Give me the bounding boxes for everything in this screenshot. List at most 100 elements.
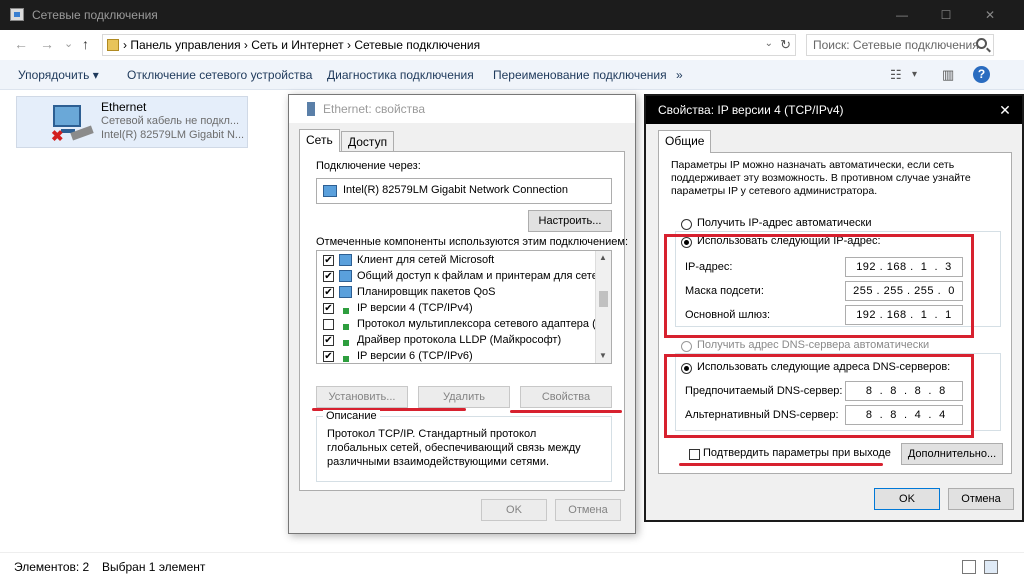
component-checkbox[interactable]: ✔ (323, 303, 334, 314)
rename-button[interactable]: Переименование подключения (493, 68, 667, 82)
dns-highlight-box (664, 354, 974, 438)
component-checkbox[interactable]: ✔ (323, 335, 334, 346)
network-adapter-icon (307, 102, 315, 116)
list-scrollbar[interactable]: ▲ ▼ (595, 251, 611, 363)
close-button[interactable]: ✕ (988, 96, 1022, 124)
help-icon[interactable]: ? (973, 66, 990, 83)
cable-icon (70, 125, 94, 141)
component-label: Общий доступ к файлам и принтерам для се… (357, 270, 612, 282)
dialog-titlebar: Свойства: IP версии 4 (TCP/IPv4) ✕ (646, 96, 1022, 124)
qos-icon (339, 286, 352, 298)
dialog-titlebar: Ethernet: свойства (289, 95, 635, 123)
window-titlebar: Сетевые подключения — ☐ ✕ (0, 0, 1024, 30)
network-card-icon (323, 185, 337, 197)
disable-device-button[interactable]: Отключение сетевого устройства (127, 68, 312, 82)
dialog-title: Ethernet: свойства (323, 102, 426, 116)
properties-button[interactable]: Свойства (520, 386, 612, 408)
item-count: Элементов: 2 (14, 560, 90, 574)
component-checkbox[interactable] (323, 319, 334, 330)
cancel-button[interactable]: Отмена (555, 499, 621, 521)
adapter-field: Intel(R) 82579LM Gigabit Network Connect… (316, 178, 612, 204)
disconnected-x-icon: ✖ (51, 128, 64, 145)
component-checkbox[interactable]: ✔ (323, 287, 334, 298)
components-label: Отмеченные компоненты используются этим … (316, 236, 629, 248)
validate-label[interactable]: Подтвердить параметры при выходе (703, 447, 891, 459)
adapter-device: Intel(R) 82579LM Gigabit N... (101, 129, 245, 141)
organize-button[interactable]: Упорядочить ▾ (18, 68, 99, 82)
computer-icon (53, 105, 81, 133)
scroll-thumb[interactable] (599, 291, 608, 307)
view-options-icon[interactable]: ☷ (890, 67, 902, 83)
ok-button[interactable]: OK (874, 488, 940, 510)
description-title: Описание (323, 410, 380, 422)
search-icon[interactable] (976, 38, 987, 49)
intro-text: Параметры IP можно назначать автоматичес… (671, 159, 971, 197)
forward-button[interactable]: → (40, 36, 54, 52)
auto-dns-radio[interactable] (681, 341, 692, 352)
component-checkbox[interactable]: ✔ (323, 255, 334, 266)
highlight-underline (679, 463, 883, 466)
details-view-icon[interactable] (962, 560, 976, 574)
tab-general[interactable]: Общие (658, 130, 712, 153)
network-client-icon (339, 254, 352, 266)
refresh-icon[interactable]: ↻ (780, 37, 791, 53)
tab-sharing[interactable]: Доступ (341, 131, 395, 152)
control-panel-icon (107, 39, 119, 51)
ipv4-properties-dialog: Свойства: IP версии 4 (TCP/IPv4) ✕ Общие… (644, 94, 1024, 522)
component-label: IP версии 6 (TCP/IPv6) (357, 350, 473, 362)
scroll-down-icon[interactable]: ▼ (599, 351, 607, 360)
search-input[interactable]: Поиск: Сетевые подключения (806, 34, 994, 56)
protocol-icon (339, 350, 352, 362)
scroll-up-icon[interactable]: ▲ (599, 253, 607, 262)
advanced-button[interactable]: Дополнительно... (901, 443, 1003, 465)
maximize-button[interactable]: ☐ (924, 0, 968, 30)
ethernet-properties-dialog: Ethernet: свойства Сеть Доступ Подключен… (288, 94, 636, 534)
ok-button[interactable]: OK (481, 499, 547, 521)
more-commands-button[interactable]: » (676, 68, 683, 82)
tab-network[interactable]: Сеть (299, 129, 340, 152)
diagnose-button[interactable]: Диагностика подключения (327, 68, 474, 82)
component-label: Планировщик пакетов QoS (357, 286, 496, 298)
ip-highlight-box (664, 234, 974, 338)
auto-ip-label[interactable]: Получить IP-адрес автоматически (697, 217, 871, 229)
status-bar: Элементов: 2 Выбран 1 элемент (0, 552, 1024, 580)
recent-locations-button[interactable]: ⌄ (64, 37, 73, 50)
install-button[interactable]: Установить... (316, 386, 408, 408)
close-button[interactable]: ✕ (968, 0, 1012, 30)
protocol-icon (339, 318, 352, 330)
connect-using-label: Подключение через: (316, 160, 421, 172)
auto-dns-label[interactable]: Получить адрес DNS-сервера автоматически (697, 339, 929, 351)
protocol-icon (339, 334, 352, 346)
component-label: Клиент для сетей Microsoft (357, 254, 495, 266)
components-list[interactable]: ✔ Клиент для сетей Microsoft ✔ Общий дос… (316, 250, 612, 364)
component-label: Протокол мультиплексора сетевого адаптер… (357, 318, 612, 330)
adapter-name: Ethernet (101, 100, 147, 114)
configure-button[interactable]: Настроить... (528, 210, 612, 232)
network-folder-icon (10, 8, 24, 21)
back-button[interactable]: ← (14, 36, 28, 52)
address-field[interactable]: › Панель управления › Сеть и Интернет › … (102, 34, 796, 56)
adapter-status: Сетевой кабель не подкл... (101, 115, 240, 127)
protocol-icon (339, 302, 352, 314)
uninstall-button[interactable]: Удалить (418, 386, 510, 408)
file-sharing-icon (339, 270, 352, 282)
up-button[interactable]: ↑ (82, 36, 89, 52)
large-icons-view-icon[interactable] (984, 560, 998, 574)
breadcrumb[interactable]: › Панель управления › Сеть и Интернет › … (123, 38, 480, 52)
cancel-button[interactable]: Отмена (948, 488, 1014, 510)
description-group: Описание Протокол TCP/IP. Стандартный пр… (316, 410, 612, 482)
address-dropdown-button[interactable]: ⌄ (765, 38, 773, 49)
view-dropdown-button[interactable]: ▾ (912, 69, 917, 80)
auto-ip-radio[interactable] (681, 219, 692, 230)
component-checkbox[interactable]: ✔ (323, 351, 334, 362)
validate-checkbox[interactable] (689, 449, 700, 460)
network-tab-panel: Подключение через: Intel(R) 82579LM Giga… (299, 151, 629, 491)
dialog-title: Свойства: IP версии 4 (TCP/IPv4) (658, 103, 844, 117)
minimize-button[interactable]: — (880, 0, 924, 30)
highlight-underline (510, 410, 622, 413)
preview-pane-icon[interactable]: ▥ (942, 67, 954, 83)
address-bar: ← → ⌄ ↑ › Панель управления › Сеть и Инт… (0, 30, 1024, 60)
component-label: IP версии 4 (TCP/IPv4) (357, 302, 473, 314)
list-item-ethernet[interactable]: ✖ Ethernet Сетевой кабель не подкл... In… (16, 96, 248, 148)
component-checkbox[interactable]: ✔ (323, 271, 334, 282)
